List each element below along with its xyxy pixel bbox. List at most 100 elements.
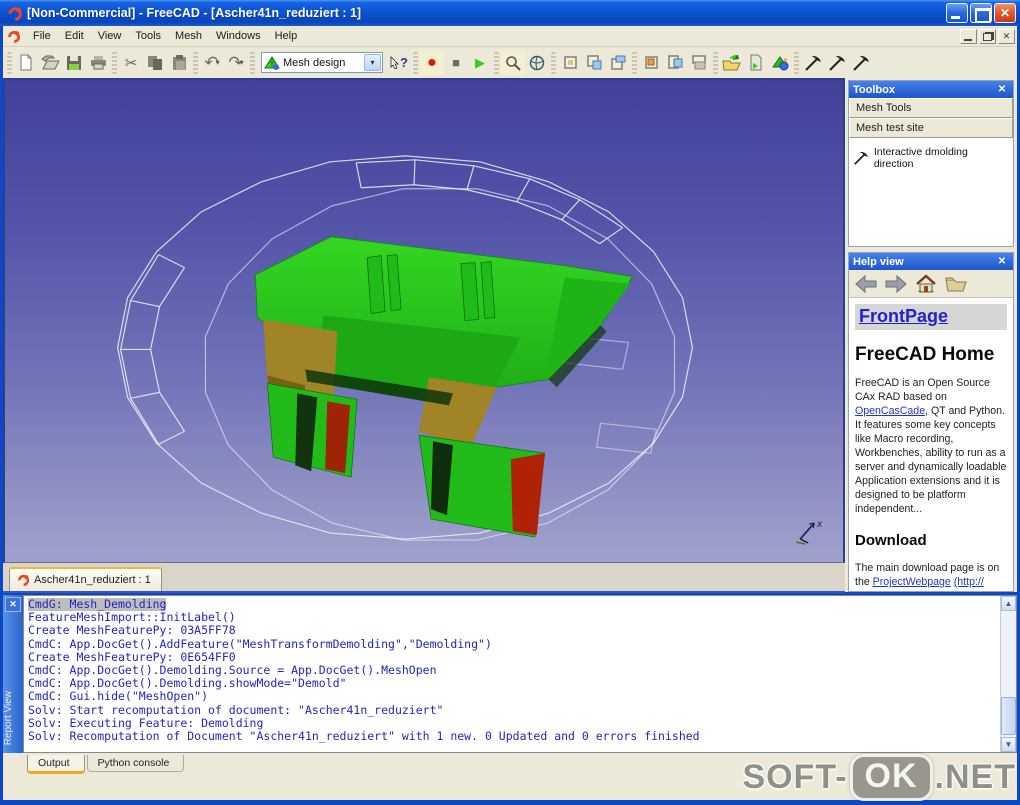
projectwebpage-link[interactable]: ProjectWebpage <box>873 576 951 588</box>
demolding-direction-button-3[interactable] <box>849 51 873 75</box>
console-line: CmdC: App.DocGet().AddFeature("MeshTrans… <box>28 636 492 651</box>
forward-icon[interactable] <box>885 274 907 293</box>
paste-button[interactable] <box>167 51 191 75</box>
back-icon[interactable] <box>855 274 877 293</box>
frontpage-link[interactable]: FrontPage <box>859 306 948 326</box>
workbench-selector[interactable]: Mesh design ▾ <box>261 52 383 73</box>
scroll-up-icon[interactable]: ▲ <box>1001 596 1016 611</box>
macro-record-button[interactable]: ● <box>420 50 444 75</box>
view-bottom-button[interactable] <box>687 51 711 75</box>
undo-button[interactable]: ↶ ▾ <box>200 51 224 75</box>
home-icon[interactable] <box>915 274 937 293</box>
mdi-minimize-button[interactable] <box>960 29 977 44</box>
tab-python-console[interactable]: Python console <box>86 755 185 772</box>
help-title: Help view <box>853 255 904 268</box>
workbench-icon <box>264 55 280 70</box>
axis-indicator: x <box>796 519 823 545</box>
console-line: Create MeshFeaturePy: 0E654FF0 <box>28 649 236 664</box>
menu-help[interactable]: Help <box>268 27 305 45</box>
view-axonometric-button[interactable] <box>525 51 549 75</box>
minimize-button[interactable] <box>946 3 968 23</box>
toolbox-item-demolding[interactable]: Interactive dmolding direction <box>853 146 1009 170</box>
save-button[interactable] <box>62 51 86 75</box>
macro-play-button[interactable]: ▶ <box>468 51 492 75</box>
export-mesh-button[interactable] <box>744 51 768 75</box>
console-line: Create MeshFeaturePy: 03A5FF78 <box>28 623 236 638</box>
menu-tools[interactable]: Tools <box>128 27 168 45</box>
demolding-direction-button-1[interactable] <box>801 51 825 75</box>
cut-button[interactable]: ✂ <box>119 51 143 75</box>
open-document-button[interactable] <box>38 51 62 75</box>
work-area: x Ascher41n_reduziert : 1 Toolbox ✕ Mesh… <box>3 78 1017 593</box>
report-view-dock: ✕ Report View CmdG: Mesh_Demolding Featu… <box>3 595 1017 753</box>
menu-windows[interactable]: Windows <box>209 27 268 45</box>
folder-icon[interactable] <box>945 275 967 292</box>
toolbox-group-mesh-test-site[interactable]: Mesh test site <box>849 118 1013 138</box>
help-view-panel: Help view ✕ FrontPage FreeCAD Home FreeC… <box>848 252 1014 592</box>
console-scrollbar[interactable]: ▲ ▼ <box>1000 596 1016 752</box>
zoom-button[interactable] <box>501 50 525 75</box>
view-top-button[interactable] <box>606 51 630 75</box>
toolbar-grip[interactable] <box>551 51 556 74</box>
document-tab[interactable]: Ascher41n_reduziert : 1 <box>9 567 162 591</box>
print-button[interactable] <box>86 51 110 75</box>
workbench-dropdown-arrow[interactable]: ▾ <box>364 54 381 71</box>
help-text-2: , QT and Python. It features some key co… <box>855 405 1007 515</box>
mesh-texture-button[interactable] <box>768 51 792 75</box>
toolbar-grip[interactable] <box>413 51 418 74</box>
title-bar[interactable]: [Non-Commercial] - FreeCAD - [Ascher41n_… <box>0 0 1020 26</box>
menu-mesh[interactable]: Mesh <box>168 27 209 45</box>
help-title-bar[interactable]: Help view ✕ <box>849 253 1013 270</box>
main-toolbar: ✂ ↶ ▾ ↷ ▾ Mesh design ▾ ? ● ■ ▶ <box>3 47 1017 78</box>
report-view-handle[interactable]: ✕ Report View <box>3 595 23 753</box>
scroll-thumb[interactable] <box>1001 697 1016 735</box>
toolbar-grip[interactable] <box>7 51 12 74</box>
toolbar-grip[interactable] <box>250 51 255 74</box>
help-close-icon[interactable]: ✕ <box>995 256 1009 267</box>
document-icon <box>8 30 20 43</box>
watermark-post: .NET <box>934 758 1016 796</box>
toolbar-grip[interactable] <box>632 51 637 74</box>
download-heading: Download <box>855 532 927 549</box>
demolding-direction-button-2[interactable] <box>825 51 849 75</box>
new-document-button[interactable] <box>14 51 38 75</box>
toolbar-grip[interactable] <box>794 51 799 74</box>
menu-edit[interactable]: Edit <box>58 27 91 45</box>
macro-stop-button[interactable]: ■ <box>444 51 468 75</box>
scroll-track[interactable] <box>1001 611 1016 737</box>
view-rear-button[interactable] <box>663 51 687 75</box>
toolbar-grip[interactable] <box>112 51 117 74</box>
copy-button[interactable] <box>143 51 167 75</box>
console-output[interactable]: CmdG: Mesh_Demolding FeatureMeshImport::… <box>24 596 1000 752</box>
toolbox-group-mesh-tools[interactable]: Mesh Tools <box>849 98 1013 118</box>
maximize-button[interactable] <box>970 3 992 23</box>
toolbar-grip[interactable] <box>193 51 198 74</box>
help-content: FrontPage FreeCAD Home FreeCAD is an Ope… <box>849 298 1013 591</box>
view-right-button[interactable] <box>639 51 663 75</box>
menu-view[interactable]: View <box>91 27 129 45</box>
whats-this-button[interactable]: ? <box>387 51 411 75</box>
toolbar-grip[interactable] <box>494 51 499 74</box>
3d-viewport[interactable]: x <box>3 78 845 563</box>
toolbox-close-icon[interactable]: ✕ <box>995 84 1009 95</box>
freecad-window: [Non-Commercial] - FreeCAD - [Ascher41n_… <box>0 0 1020 805</box>
toolbox-title-bar[interactable]: Toolbox ✕ <box>849 81 1013 98</box>
side-panels: Toolbox ✕ Mesh Tools Mesh test site Inte… <box>845 78 1017 592</box>
open-mesh-button[interactable] <box>720 51 744 75</box>
view-front-button[interactable] <box>582 51 606 75</box>
menu-file[interactable]: File <box>26 27 58 45</box>
http-link[interactable]: (http:// <box>954 576 984 588</box>
view-fit-button[interactable] <box>558 51 582 75</box>
opencascade-link[interactable]: OpenCasCade <box>855 405 925 417</box>
frontpage-band: FrontPage <box>855 304 1007 330</box>
toolbox-body: Interactive dmolding direction <box>849 138 1013 246</box>
tab-output[interactable]: Output <box>27 755 85 774</box>
scroll-down-icon[interactable]: ▼ <box>1001 737 1016 752</box>
close-button[interactable]: ✕ <box>994 3 1016 23</box>
freecad-doc-icon <box>18 574 30 586</box>
mdi-close-button[interactable]: ✕ <box>998 29 1015 44</box>
redo-button[interactable]: ↷ ▾ <box>224 51 248 75</box>
mdi-restore-button[interactable] <box>979 29 996 44</box>
toolbar-grip[interactable] <box>713 51 718 74</box>
report-view-close-icon[interactable]: ✕ <box>5 597 21 612</box>
